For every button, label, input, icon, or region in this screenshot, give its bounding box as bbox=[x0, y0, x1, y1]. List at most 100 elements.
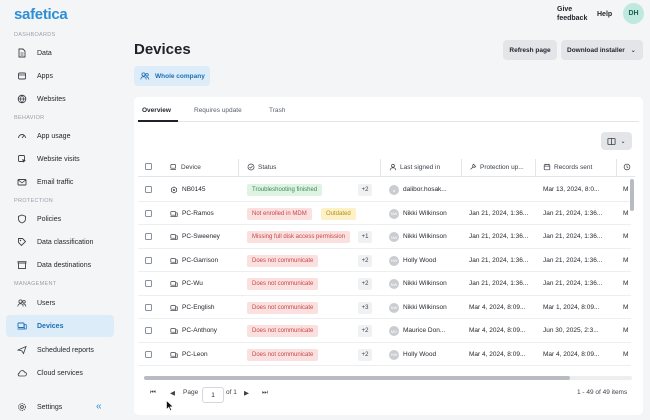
sidebar-item-apps[interactable]: Apps bbox=[6, 65, 114, 87]
row-checkbox[interactable] bbox=[145, 209, 152, 217]
give-feedback-link[interactable]: Give feedback bbox=[557, 5, 587, 23]
last-signed-in-user[interactable]: Nikki Wilkinson bbox=[403, 304, 459, 311]
last-signed-in-user[interactable]: Holly Wood bbox=[403, 351, 459, 358]
table-row[interactable]: PC-Ramos Not enrolled in MDM Outdated NW Nik… bbox=[138, 202, 631, 225]
column-divider[interactable] bbox=[238, 159, 239, 177]
sidebar-item-label: Websites bbox=[37, 95, 66, 103]
tab-requires-update[interactable]: Requires update bbox=[194, 107, 242, 114]
column-status[interactable]: Status bbox=[247, 163, 276, 171]
tab-overview[interactable]: Overview bbox=[142, 107, 171, 114]
sidebar-item-websites[interactable]: Websites bbox=[6, 88, 114, 110]
column-divider[interactable] bbox=[535, 159, 536, 177]
column-label: Protection up... bbox=[480, 163, 524, 171]
table-row[interactable]: PC-Sweeney Missing full disk access permi… bbox=[138, 225, 631, 249]
shield-icon bbox=[16, 214, 27, 225]
sidebar-item-data[interactable]: Data bbox=[6, 42, 114, 64]
safetica-logo[interactable]: safetica bbox=[14, 6, 68, 23]
device-name[interactable]: PC-Sweeney bbox=[182, 233, 236, 240]
device-name[interactable]: PC-English bbox=[182, 304, 236, 311]
column-divider[interactable] bbox=[380, 159, 381, 177]
protection-updated: Mar 4, 2024, 8:09... bbox=[469, 327, 526, 334]
column-records-sent[interactable]: Records sent bbox=[543, 163, 592, 171]
horizontal-scrollbar-thumb[interactable] bbox=[144, 376, 570, 380]
sidebar-item-label: Cloud services bbox=[37, 369, 83, 377]
page-number-input[interactable]: 1 bbox=[202, 387, 224, 403]
device-name[interactable]: PC-Ramos bbox=[182, 210, 236, 217]
more-statuses-badge[interactable]: +2 bbox=[358, 348, 372, 361]
last-signed-in-user[interactable]: Holly Wood bbox=[403, 257, 459, 264]
refresh-page-button[interactable]: Refresh page bbox=[503, 40, 557, 60]
active-tab-indicator bbox=[138, 120, 178, 122]
device-name[interactable]: NB0145 bbox=[182, 186, 236, 193]
next-page-button[interactable]: ▶ bbox=[244, 389, 249, 397]
download-installer-button[interactable]: Download installer ⌄ bbox=[561, 40, 643, 60]
table-row[interactable]: PC-Wu Does not communicate +2 NW Nikki Wilki… bbox=[138, 272, 631, 296]
column-overflow[interactable] bbox=[623, 163, 634, 171]
more-statuses-badge[interactable]: +2 bbox=[358, 325, 372, 337]
sidebar-item-policies[interactable]: Policies bbox=[6, 208, 114, 230]
sidebar-item-cloud-services[interactable]: Cloud services bbox=[6, 362, 114, 384]
column-divider[interactable] bbox=[616, 159, 617, 177]
table-row[interactable]: PC-Leon Does not communicate +2 HW Holly Woo… bbox=[138, 343, 631, 366]
sidebar-item-scheduled-reports[interactable]: Scheduled reports bbox=[6, 339, 114, 361]
user-avatar: NW bbox=[389, 279, 399, 289]
help-link[interactable]: Help bbox=[597, 10, 612, 19]
whole-company-filter[interactable]: Whole company bbox=[134, 66, 210, 86]
row-checkbox[interactable] bbox=[145, 233, 152, 240]
row-checkbox[interactable] bbox=[145, 280, 152, 287]
device-name[interactable]: PC-Anthony bbox=[182, 327, 236, 334]
vertical-scrollbar[interactable] bbox=[630, 179, 634, 211]
chevron-down-icon: ⌄ bbox=[630, 47, 636, 54]
tab-trash[interactable]: Trash bbox=[269, 107, 285, 114]
sidebar-item-users[interactable]: Users bbox=[6, 292, 114, 314]
status-badge: Missing full disk access permission bbox=[247, 231, 351, 243]
sidebar-item-data-classification[interactable]: Data classification bbox=[6, 231, 114, 253]
desktop-icon bbox=[170, 351, 178, 359]
device-name[interactable]: PC-Wu bbox=[182, 280, 236, 287]
column-protection-updated[interactable]: Protection up... bbox=[469, 163, 524, 171]
horizontal-scrollbar[interactable] bbox=[144, 376, 632, 380]
sidebar-item-devices[interactable]: Devices bbox=[6, 315, 114, 337]
sidebar-item-email-traffic[interactable]: Email traffic bbox=[6, 171, 114, 193]
last-signed-in-user[interactable]: Nikki Wilkinson bbox=[403, 280, 459, 287]
table-row[interactable]: PC-Garrison Does not communicate +2 HW Holly… bbox=[138, 249, 631, 272]
row-checkbox[interactable] bbox=[145, 303, 152, 311]
device-name[interactable]: PC-Garrison bbox=[182, 257, 236, 264]
user-avatar[interactable]: DH bbox=[623, 3, 644, 24]
last-signed-in-user[interactable]: dalibor.hosak... bbox=[403, 186, 459, 193]
last-page-button[interactable]: ⏭ bbox=[262, 389, 268, 397]
sidebar-item-app-usage[interactable]: App usage bbox=[6, 125, 114, 147]
row-checkbox[interactable] bbox=[145, 327, 152, 334]
table-row[interactable]: PC-English Does not communicate +3 NW Nikki … bbox=[138, 296, 631, 319]
more-statuses-badge[interactable]: +2 bbox=[358, 184, 372, 196]
sidebar-item-website-visits[interactable]: Website visits bbox=[6, 148, 114, 170]
more-statuses-badge[interactable]: +1 bbox=[358, 231, 372, 243]
column-settings-button[interactable]: ⌄ bbox=[601, 132, 632, 150]
column-device[interactable]: Device bbox=[170, 163, 201, 171]
first-page-button[interactable]: ⏮ bbox=[150, 389, 156, 397]
outdated-badge: Outdated bbox=[321, 207, 356, 220]
more-statuses-badge[interactable]: +3 bbox=[358, 301, 372, 314]
overflow-cell: M bbox=[623, 256, 629, 264]
column-last-signed-in[interactable]: Last signed in bbox=[389, 163, 440, 171]
more-statuses-badge[interactable]: +2 bbox=[358, 254, 372, 267]
desktop-icon bbox=[170, 280, 178, 288]
select-all-checkbox[interactable] bbox=[145, 163, 152, 170]
sidebar-item-label: Apps bbox=[37, 72, 53, 80]
more-statuses-badge[interactable]: +2 bbox=[358, 278, 372, 290]
collapse-sidebar-icon[interactable]: « bbox=[96, 401, 102, 412]
table-row[interactable]: PC-Anthony Does not communicate +2 MD Mauric… bbox=[138, 319, 631, 343]
table-row[interactable]: NB0145 Troubleshooting finished +2 d dalibor… bbox=[138, 178, 631, 202]
row-checkbox[interactable] bbox=[145, 256, 152, 264]
column-divider[interactable] bbox=[461, 159, 462, 177]
sidebar-item-data-destinations[interactable]: Data destinations bbox=[6, 254, 114, 276]
mouse-cursor-icon bbox=[166, 400, 174, 411]
last-signed-in-user[interactable]: Nikki Wilkinson bbox=[403, 210, 459, 217]
row-checkbox[interactable] bbox=[145, 186, 152, 193]
previous-page-button[interactable]: ◀ bbox=[170, 389, 175, 397]
last-signed-in-user[interactable]: Maurice Don... bbox=[403, 327, 459, 334]
last-signed-in-user[interactable]: Nikki Wilkinson bbox=[403, 233, 459, 240]
globe-icon bbox=[16, 94, 27, 105]
row-checkbox[interactable] bbox=[145, 350, 152, 358]
device-name[interactable]: PC-Leon bbox=[182, 351, 236, 358]
